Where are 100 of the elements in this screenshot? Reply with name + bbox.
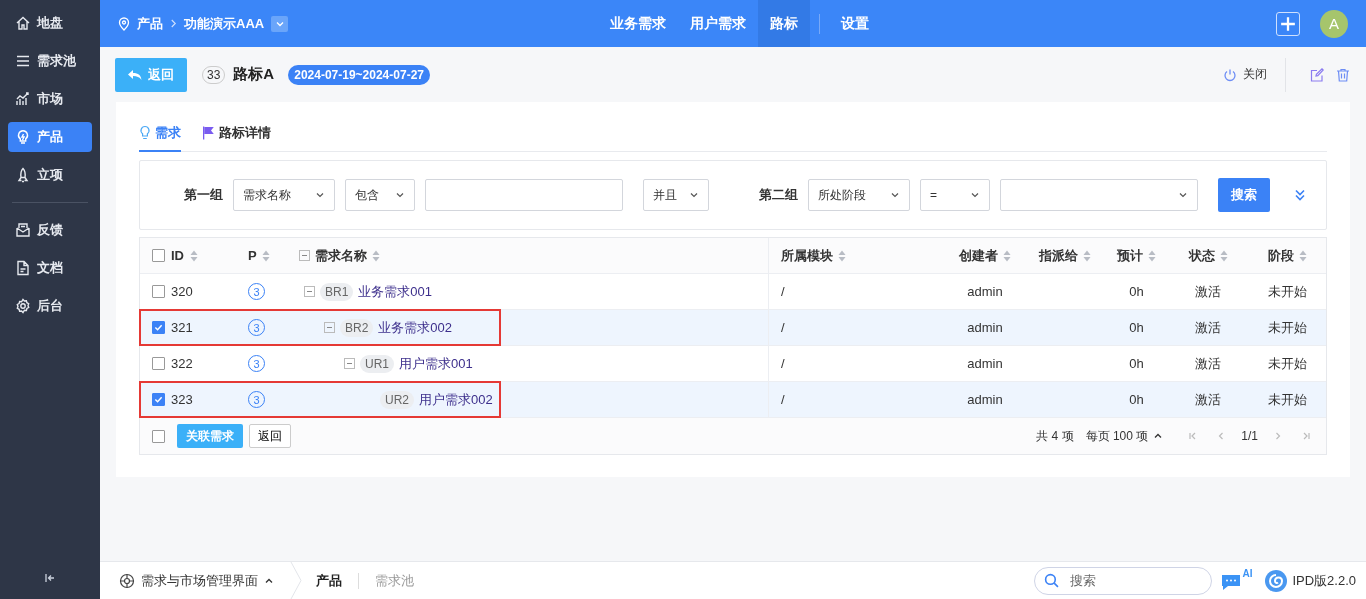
module-cell: / <box>781 320 785 335</box>
column-header[interactable]: P <box>248 248 257 263</box>
sort-icon[interactable] <box>1003 249 1011 262</box>
sort-icon[interactable] <box>261 249 270 262</box>
nav-tab[interactable]: 用户需求 <box>678 0 758 47</box>
estimate-cell: 0h <box>1129 284 1144 299</box>
select-all-checkbox[interactable] <box>152 429 165 443</box>
column-header[interactable]: 需求名称 <box>315 246 367 265</box>
check-icon <box>154 323 163 332</box>
logic-select[interactable]: 并且 <box>643 179 709 211</box>
sort-icon[interactable] <box>838 249 846 262</box>
breadcrumb-tab[interactable]: 产品 <box>316 571 342 590</box>
requirement-link[interactable]: 业务需求001 <box>358 282 433 301</box>
stage-cell: 未开始 <box>1267 390 1307 409</box>
column-header[interactable]: 阶段 <box>1267 246 1294 265</box>
sidebar-item[interactable]: 市场 <box>8 84 92 114</box>
breadcrumb-link[interactable]: 产品 <box>137 14 163 33</box>
sort-icon[interactable] <box>1298 249 1307 262</box>
power-icon <box>1223 67 1237 82</box>
document-icon <box>15 260 31 276</box>
operator-select[interactable]: 包含 <box>345 179 415 211</box>
row-checkbox[interactable] <box>152 393 165 406</box>
stage-cell: 未开始 <box>1267 282 1307 301</box>
status-cell: 激活 <box>1195 354 1221 373</box>
date-range-badge: 2024-07-19~2024-07-27 <box>288 64 430 85</box>
row-checkbox[interactable] <box>152 357 165 370</box>
field-select[interactable]: 需求名称 <box>233 179 335 211</box>
column-header[interactable]: 所属模块 <box>781 246 833 265</box>
product-name: 功能演示AAA <box>184 14 265 33</box>
sort-icon[interactable] <box>1219 249 1228 262</box>
app-switcher[interactable]: 需求与市场管理界面 <box>141 571 274 590</box>
chevron-up-icon <box>1153 431 1164 441</box>
requirement-link[interactable]: 用户需求001 <box>399 354 473 373</box>
version-label: IPD版2.2.0 <box>1292 571 1356 590</box>
sidebar-item[interactable]: 文档 <box>8 253 92 283</box>
collapse-toggle[interactable] <box>324 322 335 333</box>
sidebar-item[interactable]: 立项 <box>8 160 92 190</box>
sidebar-item[interactable]: 需求池 <box>8 46 92 76</box>
search-field[interactable]: 搜索 <box>1034 566 1213 595</box>
creator-cell: admin <box>967 320 1003 335</box>
tab[interactable]: 需求 <box>139 120 181 152</box>
module-cell: / <box>781 356 785 371</box>
return-arrow-icon <box>128 68 142 81</box>
group-label: 第二组 <box>759 186 798 204</box>
column-header[interactable]: 指派给 <box>1039 246 1078 265</box>
row-checkbox[interactable] <box>152 321 165 334</box>
check-icon <box>154 395 163 404</box>
sidebar-item[interactable]: 后台 <box>8 291 92 321</box>
chevron-down-icon <box>890 190 900 200</box>
module-cell: / <box>781 392 785 407</box>
lightbulb-icon <box>15 129 31 145</box>
stage-cell: 未开始 <box>1267 318 1307 337</box>
type-tag: UR1 <box>360 354 394 373</box>
back-button[interactable]: 返回 <box>249 424 291 448</box>
page-size-select[interactable]: 每页 100 项 <box>1085 427 1164 445</box>
stage-cell: 未开始 <box>1267 354 1307 373</box>
column-header[interactable]: 状态 <box>1188 246 1215 265</box>
collapse-icon[interactable] <box>44 572 56 584</box>
requirement-link[interactable]: 用户需求002 <box>419 390 493 409</box>
house-icon <box>15 15 31 31</box>
row-checkbox[interactable] <box>152 285 165 298</box>
chevron-down-icon <box>395 190 405 200</box>
close-button[interactable]: 关闭 <box>1217 65 1273 84</box>
sidebar-item[interactable]: 地盘 <box>8 8 92 38</box>
edit-icon[interactable] <box>1310 67 1324 82</box>
value-select[interactable] <box>1000 179 1198 211</box>
sort-icon[interactable] <box>1083 249 1091 262</box>
search-value-field[interactable] <box>425 179 623 211</box>
select-all-checkbox[interactable] <box>152 249 165 262</box>
column-header[interactable]: 创建者 <box>959 246 998 265</box>
rocket-icon <box>15 167 31 183</box>
dropdown-button[interactable] <box>271 15 289 32</box>
next-page-icon[interactable] <box>1273 431 1283 441</box>
sort-icon[interactable] <box>372 249 380 262</box>
column-header[interactable]: 预计 <box>1117 246 1143 265</box>
type-tag: BR2 <box>340 318 374 337</box>
estimate-cell: 0h <box>1129 356 1144 371</box>
sort-icon[interactable] <box>1148 249 1156 262</box>
tab[interactable]: 路标详情 <box>201 120 271 152</box>
requirement-link[interactable]: 业务需求002 <box>378 318 453 337</box>
delete-icon[interactable] <box>1336 67 1350 82</box>
add-button[interactable] <box>1276 11 1300 36</box>
search-button[interactable]: 搜索 <box>1218 178 1270 212</box>
expand-icon[interactable] <box>1294 188 1306 202</box>
page-indicator: 1/1 <box>1241 429 1258 443</box>
sort-icon[interactable] <box>190 249 198 262</box>
sidebar-item[interactable]: 产品 <box>8 122 92 152</box>
nav-tab[interactable]: 业务需求 <box>598 0 678 47</box>
last-page-icon[interactable] <box>1301 431 1311 441</box>
column-header[interactable]: ID <box>171 248 184 263</box>
collapse-toggle[interactable] <box>299 250 310 261</box>
sidebar-item[interactable]: 反馈 <box>8 215 92 245</box>
creator-cell: admin <box>967 284 1003 299</box>
status-cell: 激活 <box>1195 282 1221 301</box>
operator-select[interactable]: = <box>920 179 990 211</box>
collapse-toggle[interactable] <box>344 358 355 369</box>
nav-tab[interactable]: 路标 <box>758 0 810 47</box>
nav-tab[interactable]: 设置 <box>829 0 881 47</box>
field-select[interactable]: 所处阶段 <box>808 179 910 211</box>
collapse-toggle[interactable] <box>304 286 315 297</box>
